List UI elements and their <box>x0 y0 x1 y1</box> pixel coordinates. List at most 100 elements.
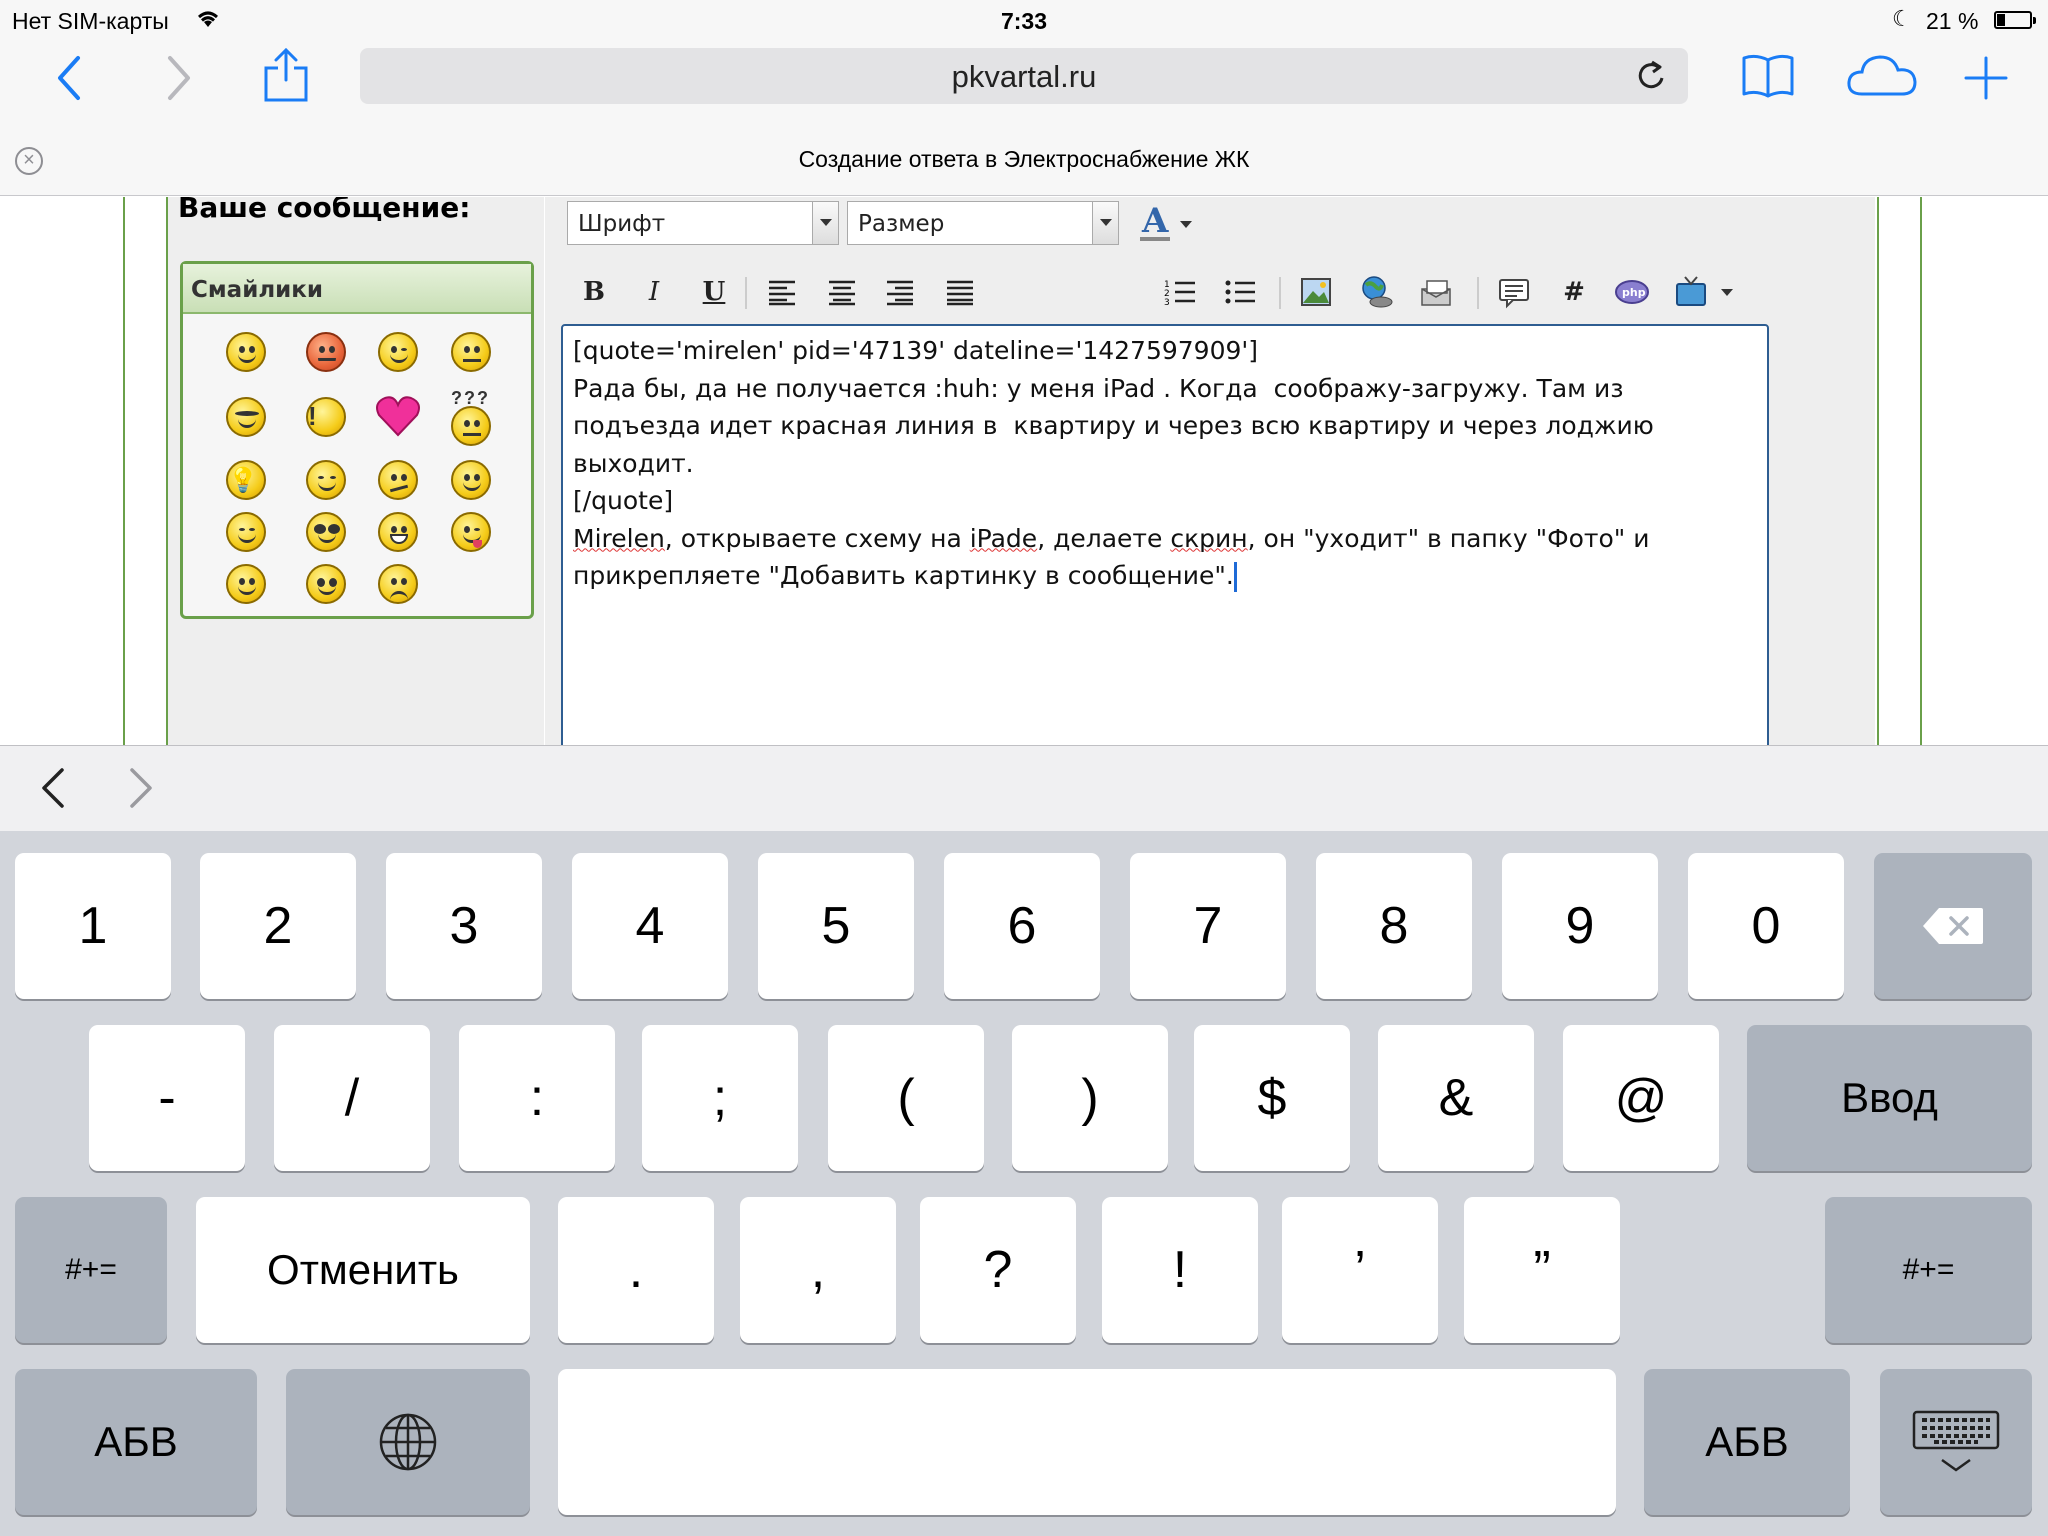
svg-text:php: php <box>1622 286 1646 299</box>
insert-php-icon[interactable]: php <box>1613 275 1651 309</box>
italic-button[interactable]: I <box>635 275 673 309</box>
shy-smilie-icon[interactable] <box>306 460 346 500</box>
sad-smilie-icon[interactable] <box>378 564 418 604</box>
heart-smilie-icon[interactable] <box>375 395 421 437</box>
key-dollar[interactable]: $ <box>1194 1025 1350 1171</box>
key-open-paren[interactable]: ( <box>828 1025 984 1171</box>
insert-image-icon[interactable] <box>1297 275 1335 309</box>
key-0[interactable]: 0 <box>1688 853 1844 999</box>
smilies-box: Смайлики ! ??? 💡 <box>180 261 534 619</box>
color-underline <box>1140 237 1170 241</box>
backspace-key[interactable] <box>1874 853 2032 999</box>
reply-text: прикрепляете "Добавить картинку в сообще… <box>573 561 1234 590</box>
numbered-list-icon[interactable]: 123 <box>1161 275 1199 309</box>
shades-smilie-icon[interactable] <box>306 512 346 552</box>
underline-button[interactable]: U <box>695 275 733 309</box>
bookmarks-icon[interactable] <box>1740 52 1796 100</box>
page-title: Создание ответа в Электроснабжение ЖК <box>798 146 1250 172</box>
huh-smilie-icon[interactable] <box>378 460 418 500</box>
font-select[interactable]: Шрифт <box>567 201 839 245</box>
smile-smilie-icon[interactable] <box>451 460 491 500</box>
reader-title-bar: × Создание ответа в Электроснабжение ЖК <box>0 120 2048 196</box>
wink-smilie-icon[interactable] <box>378 332 418 372</box>
back-icon[interactable] <box>52 54 86 102</box>
angry-smilie-icon[interactable] <box>306 332 346 372</box>
previous-field-icon[interactable] <box>34 766 74 810</box>
insert-email-icon[interactable] <box>1417 275 1455 309</box>
blush-smilie-icon[interactable] <box>226 564 266 604</box>
key-comma[interactable]: , <box>740 1197 896 1343</box>
bold-button[interactable]: B <box>575 275 613 309</box>
key-hyphen[interactable]: - <box>89 1025 245 1171</box>
key-ampersand[interactable]: & <box>1378 1025 1534 1171</box>
align-right-icon[interactable] <box>881 275 919 309</box>
new-tab-icon[interactable] <box>1962 54 2010 102</box>
hide-keyboard-key[interactable] <box>1880 1369 2032 1515</box>
key-2[interactable]: 2 <box>200 853 356 999</box>
chevron-down-icon[interactable] <box>1721 289 1733 296</box>
more-symbols-key-right[interactable]: #+= <box>1825 1197 2032 1343</box>
url-text: pkvartal.ru <box>951 59 1097 94</box>
editor-line: прикрепляете "Добавить картинку в сообще… <box>573 557 1757 595</box>
key-5[interactable]: 5 <box>758 853 914 999</box>
key-period[interactable]: . <box>558 1197 714 1343</box>
size-select[interactable]: Размер <box>847 201 1119 245</box>
abc-key-right[interactable]: АБВ <box>1644 1369 1850 1515</box>
key-7[interactable]: 7 <box>1130 853 1286 999</box>
forward-icon[interactable] <box>162 54 196 102</box>
key-8[interactable]: 8 <box>1316 853 1472 999</box>
abc-key[interactable]: АБВ <box>15 1369 257 1515</box>
happy-smilie-icon[interactable] <box>226 512 266 552</box>
key-question[interactable]: ? <box>920 1197 1076 1343</box>
toolbar-divider <box>1477 277 1479 309</box>
key-colon[interactable]: : <box>459 1025 615 1171</box>
exclamation-smilie-icon[interactable]: ! <box>306 397 346 437</box>
key-4[interactable]: 4 <box>572 853 728 999</box>
grin-smilie-icon[interactable] <box>378 512 418 552</box>
space-bar[interactable] <box>558 1369 1616 1515</box>
editor-line: [/quote] <box>573 486 674 515</box>
idea-smilie-icon[interactable]: 💡 <box>226 460 266 500</box>
question-smilie-icon[interactable] <box>451 406 491 446</box>
key-6[interactable]: 6 <box>944 853 1100 999</box>
bullet-list-icon[interactable] <box>1221 275 1259 309</box>
align-center-icon[interactable] <box>823 275 861 309</box>
confused-smilie-icon[interactable] <box>451 332 491 372</box>
share-icon[interactable] <box>262 46 310 104</box>
globe-key[interactable] <box>286 1369 530 1515</box>
reload-icon[interactable] <box>1636 58 1668 94</box>
smilies-heading: Смайлики <box>183 264 531 314</box>
wow-smilie-icon[interactable] <box>306 564 346 604</box>
key-1[interactable]: 1 <box>15 853 171 999</box>
insert-code-button[interactable]: # <box>1555 275 1593 309</box>
align-left-icon[interactable] <box>763 275 801 309</box>
message-textarea[interactable]: [quote='mirelen' pid='47139' dateline='1… <box>561 324 1769 745</box>
text-color-button[interactable]: A <box>1138 201 1198 243</box>
key-apostrophe[interactable]: ’ <box>1282 1197 1438 1343</box>
insert-video-icon[interactable] <box>1673 275 1711 309</box>
address-bar[interactable]: pkvartal.ru <box>360 48 1688 104</box>
align-justify-icon[interactable] <box>941 275 979 309</box>
cool-smilie-icon[interactable] <box>226 397 266 437</box>
tongue-smilie-icon[interactable] <box>451 512 491 552</box>
toolbar-divider <box>745 277 747 309</box>
insert-quote-icon[interactable] <box>1495 275 1533 309</box>
return-key[interactable]: Ввод <box>1747 1025 2032 1171</box>
key-semicolon[interactable]: ; <box>642 1025 798 1171</box>
key-9[interactable]: 9 <box>1502 853 1658 999</box>
insert-link-icon[interactable] <box>1357 275 1395 309</box>
misspelled-word: iPade <box>969 523 1038 553</box>
key-exclamation[interactable]: ! <box>1102 1197 1258 1343</box>
key-3[interactable]: 3 <box>386 853 542 999</box>
next-field-icon[interactable] <box>120 766 160 810</box>
more-symbols-key[interactable]: #+= <box>15 1197 167 1343</box>
do-not-disturb-icon: ☾ <box>1892 6 1912 31</box>
editor-line: Mirelen, открываете схему на iPade, дела… <box>573 520 1757 558</box>
angel-smilie-icon[interactable] <box>226 332 266 372</box>
key-slash[interactable]: / <box>274 1025 430 1171</box>
key-quote[interactable]: ” <box>1464 1197 1620 1343</box>
key-at[interactable]: @ <box>1563 1025 1719 1171</box>
undo-key[interactable]: Отменить <box>196 1197 530 1343</box>
key-close-paren[interactable]: ) <box>1012 1025 1168 1171</box>
icloud-tabs-icon[interactable] <box>1846 52 1918 98</box>
